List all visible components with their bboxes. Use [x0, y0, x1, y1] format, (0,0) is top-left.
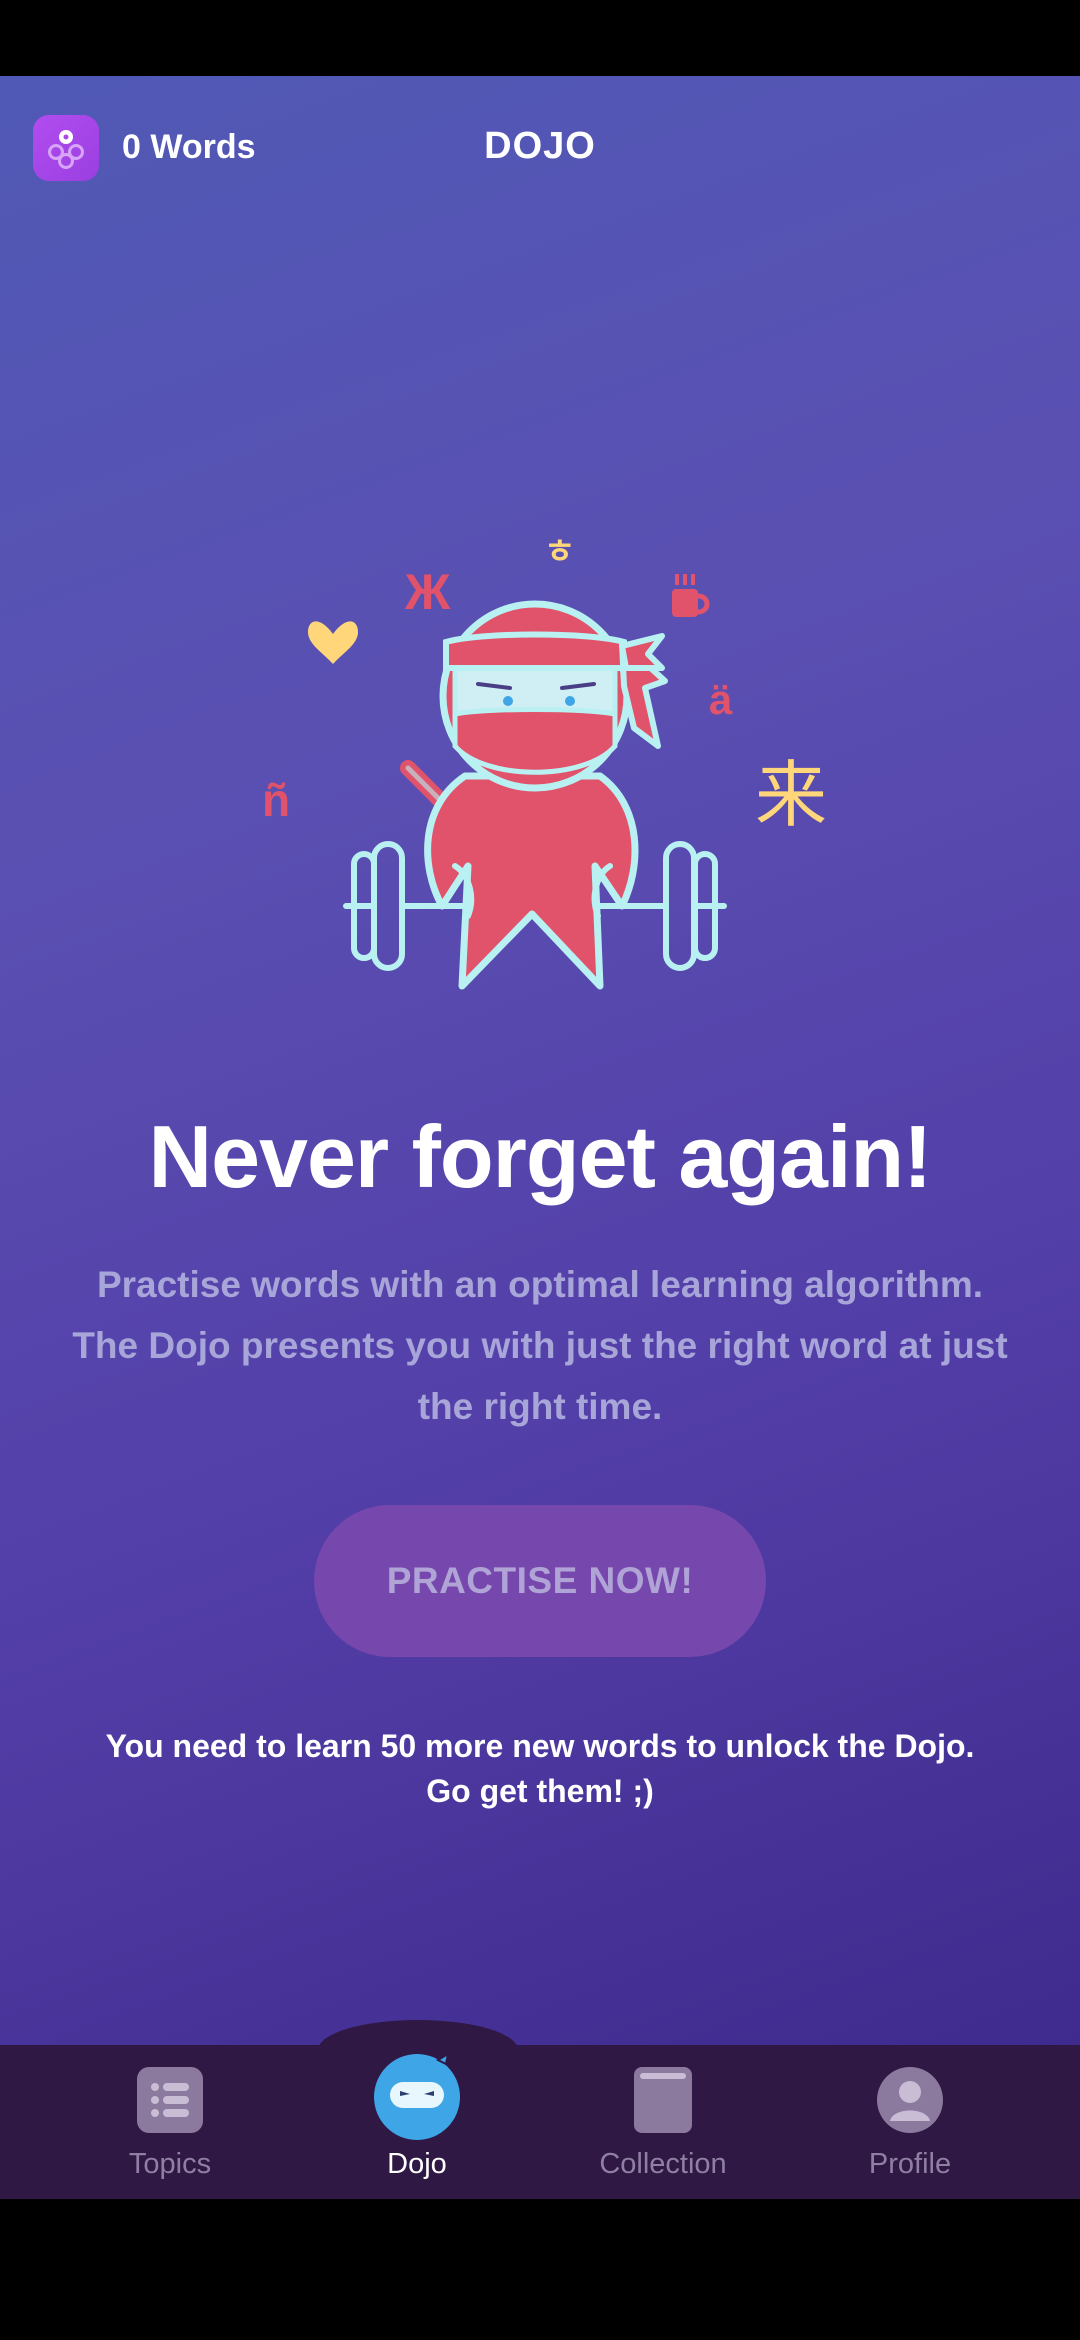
system-navigation-bar: [0, 2199, 1080, 2340]
practise-now-button[interactable]: PRACTISE NOW!: [314, 1505, 766, 1657]
list-icon: [137, 2067, 203, 2133]
glyph-a-umlaut: ä: [709, 676, 733, 723]
heart-icon: [308, 621, 358, 664]
top-bar: 0 Words DOJO: [0, 76, 1080, 221]
nav-bump: [318, 2020, 518, 2045]
nav-item-dojo[interactable]: Dojo: [307, 2045, 527, 2199]
glyph-zhe: Ж: [405, 564, 451, 620]
nav-label-topics: Topics: [128, 2148, 212, 2180]
nav-label-profile: Profile: [868, 2148, 952, 2180]
nav-item-topics[interactable]: Topics: [60, 2045, 280, 2199]
nav-label-dojo: Dojo: [387, 2148, 447, 2180]
page-title: DOJO: [484, 125, 596, 167]
dojo-screen: 0 Words DOJO Ж ㅎ ä ñ 来 Never forget agai…: [0, 76, 1080, 2045]
description: Practise words with an optimal learning …: [72, 1264, 1008, 1427]
glyph-lai: 来: [755, 756, 828, 836]
headline: Never forget again!: [148, 1107, 933, 1206]
ninja-face-icon: [372, 2050, 462, 2140]
nav-item-profile[interactable]: Profile: [800, 2045, 1020, 2199]
nav-item-collection[interactable]: Collection: [553, 2045, 773, 2199]
bottom-nav: Topics Dojo Collection Profile: [0, 2045, 1080, 2199]
hero-illustration: Ж ㅎ ä ñ 来: [250, 446, 830, 1046]
glyph-n-tilde: ñ: [262, 774, 291, 826]
person-icon: [877, 2067, 943, 2133]
glyph-hieut: ㅎ: [544, 533, 576, 571]
mug-icon: [672, 574, 710, 617]
nav-label-collection: Collection: [599, 2148, 727, 2180]
ninja-weightlifter-illustration: [308, 574, 727, 990]
status-bar: [0, 0, 1080, 76]
book-icon: [630, 2067, 696, 2133]
unlock-note: You need to learn 50 more new words to u…: [105, 1728, 975, 1809]
